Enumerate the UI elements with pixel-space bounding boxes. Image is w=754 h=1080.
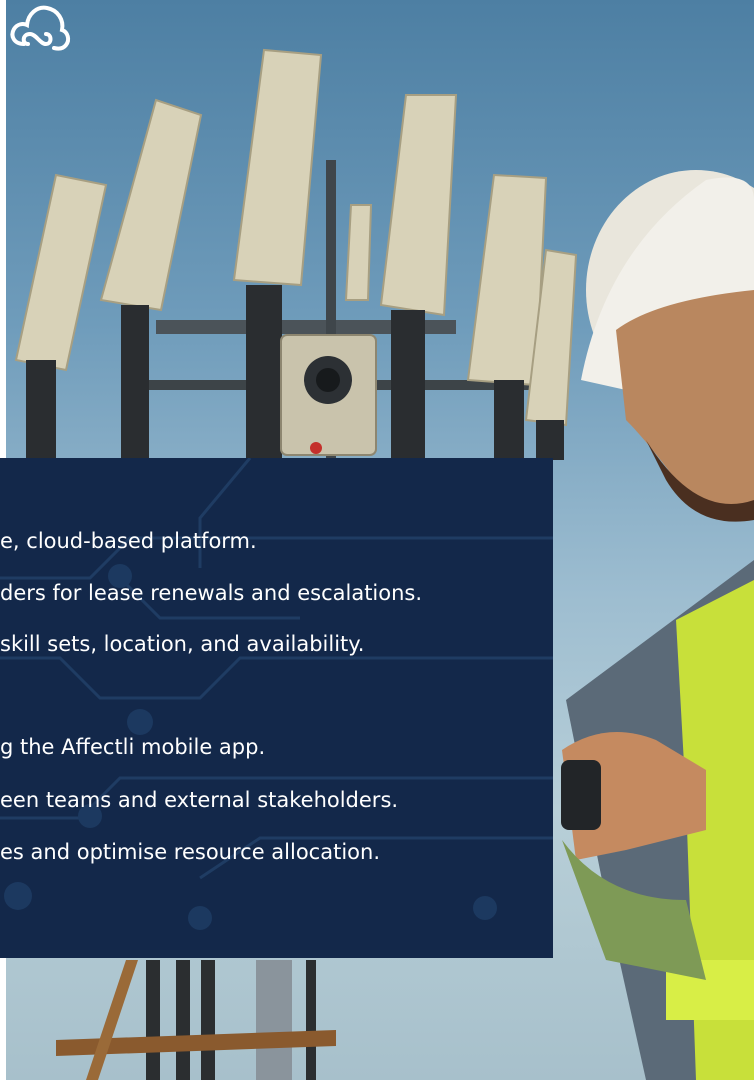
cloud-link-icon bbox=[10, 5, 71, 51]
feature-line: ders for lease renewals and escalations. bbox=[0, 581, 423, 605]
feature-line: een teams and external stakeholders. bbox=[0, 788, 399, 812]
feature-line: g the Affectli mobile app. bbox=[0, 735, 266, 759]
feature-panel: e, cloud-based platform. ders for lease … bbox=[0, 458, 553, 958]
feature-line: es and optimise resource allocation. bbox=[0, 840, 380, 864]
feature-line: skill sets, location, and availability. bbox=[0, 632, 365, 656]
feature-line: e, cloud-based platform. bbox=[0, 529, 257, 553]
feature-list: e, cloud-based platform. ders for lease … bbox=[0, 458, 553, 958]
